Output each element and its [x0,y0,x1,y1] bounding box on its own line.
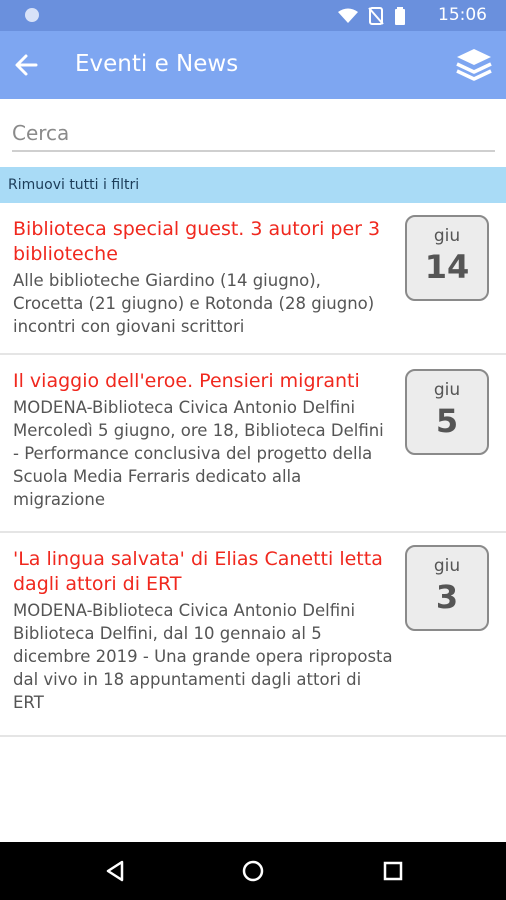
event-item[interactable]: 'La lingua salvata' di Elias Canetti let… [0,533,506,737]
event-title: Biblioteca special guest. 3 autori per 3… [13,218,381,265]
event-month: giu [433,226,461,246]
event-date-badge: giu 14 [405,215,489,301]
remove-filters-button[interactable]: Rimuovi tutti i filtri [0,167,506,203]
event-item[interactable]: Biblioteca special guest. 3 autori per 3… [0,203,506,355]
event-month: giu [433,556,461,576]
battery-icon [395,7,405,25]
event-description: MODENA-Biblioteca Civica Antonio Delfini… [13,398,384,509]
layers-icon[interactable] [454,45,494,85]
back-arrow-icon[interactable] [10,49,42,81]
page-title: Eventi e News [75,51,239,77]
event-description: MODENA-Biblioteca Civica Antonio Delfini… [13,601,393,712]
event-description: Alle biblioteche Giardino (14 giugno), C… [13,271,375,336]
nav-back-icon[interactable] [102,858,128,884]
wifi-icon [338,8,358,23]
event-list: Biblioteca special guest. 3 autori per 3… [0,203,506,737]
nav-home-icon[interactable] [240,858,266,884]
search-input[interactable] [12,116,495,150]
system-navigation-bar [0,842,506,900]
event-date-badge: giu 3 [405,545,489,631]
search-field[interactable] [12,116,495,152]
status-time: 15:06 [438,5,487,25]
event-title: 'La lingua salvata' di Elias Canetti let… [13,548,383,595]
nav-recents-icon[interactable] [380,858,406,884]
event-month: giu [433,380,461,400]
event-title: Il viaggio dell'eroe. Pensieri migranti [13,370,360,392]
event-day: 5 [435,402,459,440]
event-day: 14 [424,248,470,286]
event-date-badge: giu 5 [405,369,489,455]
event-item[interactable]: Il viaggio dell'eroe. Pensieri migranti … [0,355,506,533]
status-bar: 15:06 [0,0,506,31]
event-day: 3 [435,578,459,616]
app-bar: Eventi e News [0,31,506,99]
no-sim-icon [368,7,384,25]
status-icons [338,7,406,25]
notification-dot-icon [25,8,39,22]
